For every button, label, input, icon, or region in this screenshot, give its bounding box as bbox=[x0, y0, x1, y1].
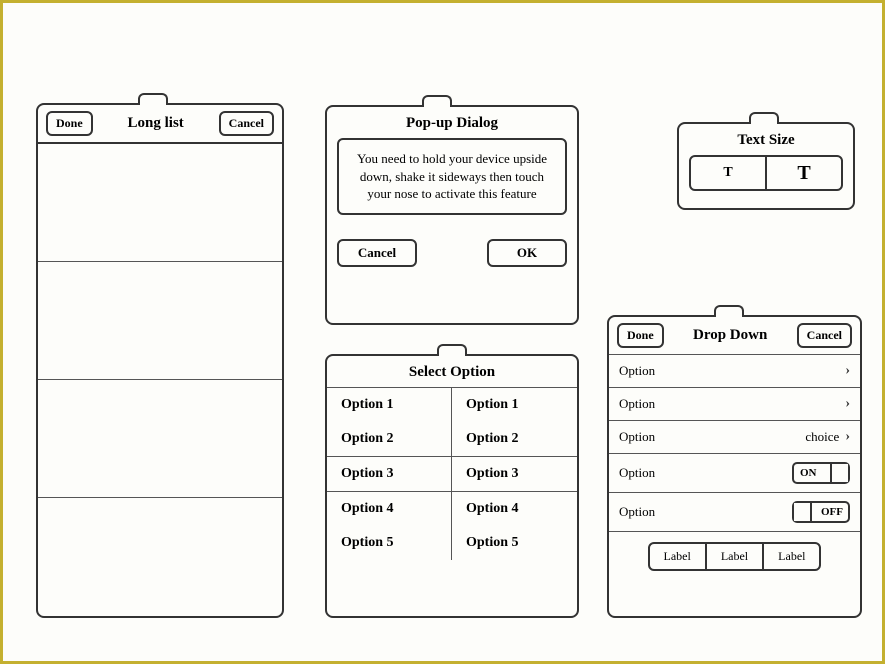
list-item[interactable] bbox=[38, 380, 282, 498]
option-cell[interactable]: Option 3 bbox=[327, 456, 452, 492]
done-button[interactable]: Done bbox=[617, 323, 664, 348]
cancel-button[interactable]: Cancel bbox=[797, 323, 852, 348]
panel-tab-notch bbox=[714, 305, 744, 317]
text-size-small[interactable]: T bbox=[691, 157, 767, 189]
drop-down-panel: Done Drop Down Cancel Option › Option › … bbox=[607, 315, 862, 618]
dropdown-row-choice[interactable]: Option choice › bbox=[609, 420, 860, 453]
row-label: Option bbox=[619, 504, 655, 520]
option-cell[interactable]: Option 2 bbox=[327, 422, 452, 456]
label-segment[interactable]: Label bbox=[762, 544, 819, 569]
row-label: Option bbox=[619, 429, 655, 445]
toggle-text: ON bbox=[800, 467, 817, 479]
dropdown-row-nav[interactable]: Option › bbox=[609, 387, 860, 420]
toggle-text: OFF bbox=[821, 506, 843, 518]
option-cell[interactable]: Option 5 bbox=[452, 526, 577, 560]
text-size-title: Text Size bbox=[689, 124, 843, 155]
drop-down-footer: Label Label Label bbox=[609, 531, 860, 579]
long-list-header: Done Long list Cancel bbox=[38, 105, 282, 142]
option-cell[interactable]: Option 3 bbox=[452, 456, 577, 492]
text-size-large[interactable]: T bbox=[767, 157, 841, 189]
option-cell[interactable]: Option 4 bbox=[327, 492, 452, 526]
panel-tab-notch bbox=[422, 95, 452, 107]
long-list-panel: Done Long list Cancel bbox=[36, 103, 284, 618]
chevron-right-icon: › bbox=[845, 363, 850, 379]
drop-down-rows: Option › Option › Option choice › Option… bbox=[609, 354, 860, 531]
panel-tab-notch bbox=[437, 344, 467, 356]
toggle-knob bbox=[830, 464, 848, 482]
drop-down-header: Done Drop Down Cancel bbox=[609, 317, 860, 354]
label-segmented: Label Label Label bbox=[648, 542, 822, 571]
dropdown-row-toggle: Option OFF bbox=[609, 492, 860, 531]
row-label: Option bbox=[619, 396, 655, 412]
popup-title: Pop-up Dialog bbox=[337, 107, 567, 138]
row-label: Option bbox=[619, 465, 655, 481]
popup-actions: Cancel OK bbox=[337, 239, 567, 267]
option-cell[interactable]: Option 5 bbox=[327, 526, 452, 560]
cancel-button[interactable]: Cancel bbox=[337, 239, 417, 267]
panel-tab-notch bbox=[138, 93, 168, 105]
panel-tab-notch bbox=[749, 112, 779, 124]
label-segment[interactable]: Label bbox=[705, 544, 762, 569]
select-option-grid: Option 1 Option 1 Option 2 Option 2 Opti… bbox=[327, 387, 577, 560]
cancel-button[interactable]: Cancel bbox=[219, 111, 274, 136]
option-cell[interactable]: Option 1 bbox=[452, 388, 577, 422]
dropdown-row-nav[interactable]: Option › bbox=[609, 354, 860, 387]
select-option-title: Select Option bbox=[327, 356, 577, 387]
row-value-group: choice › bbox=[805, 429, 850, 445]
row-label: Option bbox=[619, 363, 655, 379]
list-item[interactable] bbox=[38, 144, 282, 262]
dropdown-row-toggle: Option ON bbox=[609, 453, 860, 492]
text-size-segmented: T T bbox=[689, 155, 843, 191]
list-item[interactable] bbox=[38, 498, 282, 616]
row-value: choice bbox=[805, 429, 839, 445]
chevron-right-icon: › bbox=[845, 396, 850, 412]
option-cell[interactable]: Option 2 bbox=[452, 422, 577, 456]
list-item[interactable] bbox=[38, 262, 282, 380]
option-cell[interactable]: Option 4 bbox=[452, 492, 577, 526]
text-size-panel: Text Size T T bbox=[677, 122, 855, 210]
long-list-title: Long list bbox=[128, 115, 184, 132]
label-segment[interactable]: Label bbox=[650, 544, 705, 569]
toggle-on[interactable]: ON bbox=[792, 462, 850, 484]
drop-down-title: Drop Down bbox=[693, 327, 767, 344]
select-option-panel: Select Option Option 1 Option 1 Option 2… bbox=[325, 354, 579, 618]
option-cell[interactable]: Option 1 bbox=[327, 388, 452, 422]
chevron-right-icon: › bbox=[845, 429, 850, 445]
ok-button[interactable]: OK bbox=[487, 239, 567, 267]
popup-dialog-panel: Pop-up Dialog You need to hold your devi… bbox=[325, 105, 579, 325]
popup-message: You need to hold your device upside down… bbox=[337, 138, 567, 215]
toggle-off[interactable]: OFF bbox=[792, 501, 850, 523]
long-list-rows bbox=[38, 142, 282, 616]
toggle-knob bbox=[794, 503, 812, 521]
done-button[interactable]: Done bbox=[46, 111, 93, 136]
